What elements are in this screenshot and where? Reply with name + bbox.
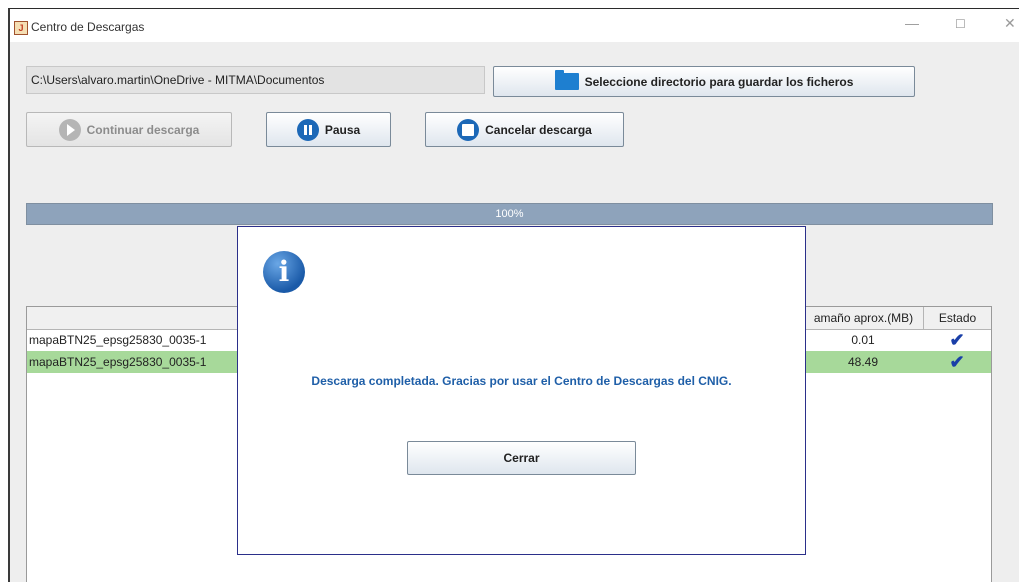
column-header-size[interactable]: amaño aprox.(MB) bbox=[803, 307, 923, 329]
close-window-button[interactable]: ✕ bbox=[1004, 15, 1016, 32]
file-size-cell: 0.01 bbox=[851, 333, 875, 347]
maximize-button[interactable]: ☐ bbox=[955, 17, 966, 31]
close-dialog-button[interactable]: Cerrar bbox=[407, 441, 636, 475]
continue-download-button[interactable]: Continuar descarga bbox=[26, 112, 232, 147]
java-app-icon: J bbox=[14, 21, 28, 35]
checkmark-icon: ✔ bbox=[949, 330, 965, 350]
continue-download-label: Continuar descarga bbox=[86, 122, 200, 137]
file-size-cell: 48.49 bbox=[847, 355, 879, 369]
info-icon: i bbox=[263, 251, 305, 293]
pause-button[interactable]: Pausa bbox=[266, 112, 391, 147]
completion-dialog: i Descarga completada. Gracias por usar … bbox=[237, 226, 806, 555]
stop-icon bbox=[457, 118, 480, 141]
folder-icon bbox=[554, 70, 579, 90]
cancel-download-button[interactable]: Cancelar descarga bbox=[425, 112, 624, 147]
pause-label: Pausa bbox=[324, 122, 361, 137]
checkmark-icon: ✔ bbox=[949, 352, 965, 372]
minimize-button[interactable]: — bbox=[905, 15, 919, 31]
download-center-window: J Centro de Descargas — ☐ ✕ C:\Users\alv… bbox=[8, 8, 1019, 582]
cancel-download-label: Cancelar descarga bbox=[485, 122, 592, 137]
column-header-status[interactable]: Estado bbox=[923, 307, 991, 329]
window-title: Centro de Descargas bbox=[31, 20, 145, 34]
select-directory-button[interactable]: Seleccione directorio para guardar los f… bbox=[493, 66, 915, 97]
directory-path-field[interactable]: C:\Users\alvaro.martin\OneDrive - MITMA\… bbox=[26, 66, 485, 94]
play-icon bbox=[58, 118, 81, 141]
title-bar: J Centro de Descargas — ☐ ✕ bbox=[10, 9, 1019, 42]
pause-icon bbox=[296, 118, 319, 141]
select-directory-label: Seleccione directorio para guardar los f… bbox=[584, 74, 854, 89]
completion-message: Descarga completada. Gracias por usar el… bbox=[311, 374, 732, 388]
download-progress-bar: 100% bbox=[26, 203, 993, 225]
